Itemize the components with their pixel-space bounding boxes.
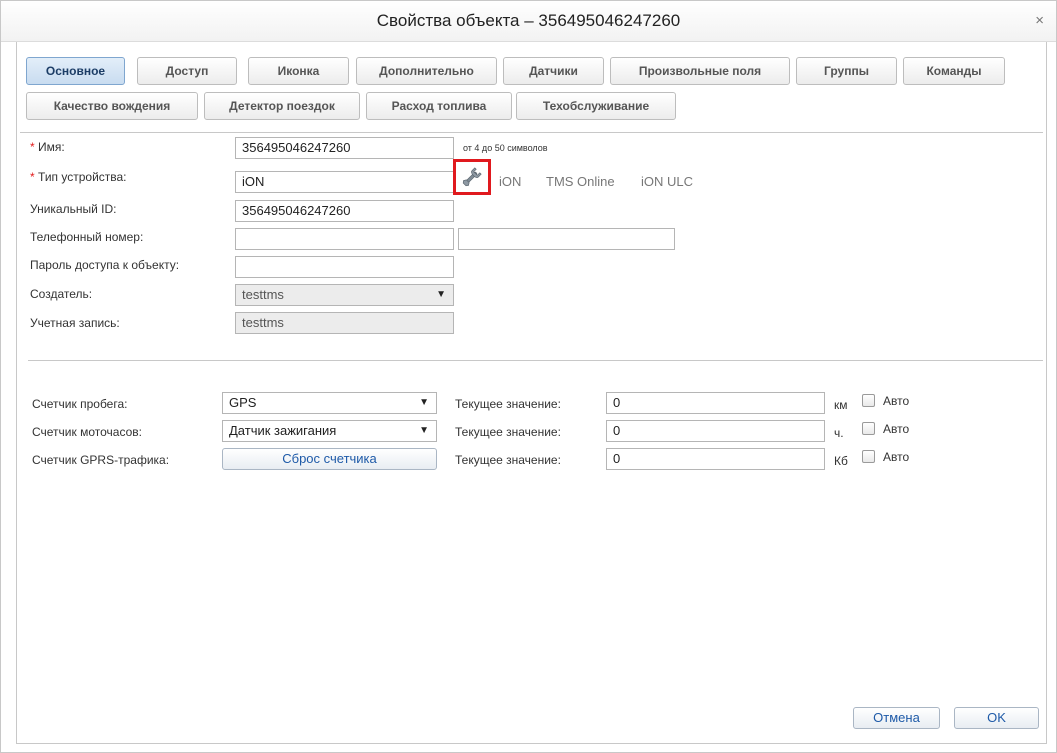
tab-access[interactable]: Доступ [137, 57, 237, 85]
device-type-label: * Тип устройства: [30, 170, 127, 184]
name-label: * Имя: [30, 140, 65, 154]
required-mark: * [30, 140, 35, 154]
motohours-unit: ч. [834, 426, 844, 440]
gprs-auto-checkbox[interactable] [862, 450, 875, 463]
device-settings-button[interactable] [453, 159, 491, 195]
tab-trip-detector[interactable]: Детектор поездок [204, 92, 360, 120]
device-type-label-text: Тип устройства: [38, 170, 127, 184]
dropdown-arrow-icon: ▼ [419, 397, 429, 408]
gprs-unit: Кб [834, 454, 848, 468]
tab-advanced[interactable]: Дополнительно [356, 57, 497, 85]
cancel-button[interactable]: Отмена [853, 707, 940, 729]
tab-general[interactable]: Основное [26, 57, 125, 85]
tab-maintenance[interactable]: Техобслуживание [516, 92, 676, 120]
wrench-icon [462, 167, 482, 187]
tab-custom-fields[interactable]: Произвольные поля [610, 57, 790, 85]
tab-groups[interactable]: Группы [796, 57, 897, 85]
motohours-value-input[interactable]: 0 [606, 420, 825, 442]
gprs-auto-label: Авто [883, 450, 910, 464]
mileage-auto-checkbox[interactable] [862, 394, 875, 407]
mileage-value-input[interactable]: 0 [606, 392, 825, 414]
close-icon[interactable]: × [1035, 13, 1044, 28]
name-label-text: Имя: [38, 140, 65, 154]
device-type-input[interactable]: iON [235, 171, 454, 193]
motohours-counter-label: Счетчик моточасов: [32, 425, 142, 439]
tab-sensors[interactable]: Датчики [503, 57, 604, 85]
mileage-current-value-label: Текущее значение: [455, 397, 561, 411]
tab-commands[interactable]: Команды [903, 57, 1005, 85]
dropdown-arrow-icon: ▼ [436, 289, 446, 300]
tab-driving-quality[interactable]: Качество вождения [26, 92, 198, 120]
motohours-auto-label: Авто [883, 422, 910, 436]
name-input[interactable]: 356495046247260 [235, 137, 454, 159]
mileage-source-select[interactable]: GPS ▼ [222, 392, 437, 414]
creator-select[interactable]: testtms ▼ [235, 284, 454, 306]
gprs-value-input[interactable]: 0 [606, 448, 825, 470]
required-mark: * [30, 170, 35, 184]
creator-value: testtms [242, 287, 284, 302]
password-label: Пароль доступа к объекту: [30, 258, 180, 272]
dialog-title: Свойства объекта – 356495046247260 [376, 11, 681, 30]
dialog-content: Основное Доступ Иконка Дополнительно Дат… [16, 42, 1047, 744]
gprs-current-value-label: Текущее значение: [455, 453, 561, 467]
dialog-titlebar: Свойства объекта – 356495046247260 × [1, 1, 1056, 42]
unique-id-label: Уникальный ID: [30, 202, 117, 216]
dropdown-arrow-icon: ▼ [419, 425, 429, 436]
tab-fuel-consumption[interactable]: Расход топлива [366, 92, 512, 120]
object-properties-dialog: Свойства объекта – 356495046247260 × Осн… [0, 0, 1057, 753]
password-input[interactable] [235, 256, 454, 278]
motohours-source-value: Датчик зажигания [229, 423, 337, 438]
mileage-auto-label: Авто [883, 394, 910, 408]
phone-input-2[interactable] [458, 228, 675, 250]
name-hint: от 4 до 50 символов [463, 143, 548, 153]
account-label: Учетная запись: [30, 316, 120, 330]
mileage-unit: км [834, 398, 848, 412]
device-type-option-tms-online[interactable]: TMS Online [546, 174, 615, 189]
creator-label: Создатель: [30, 287, 93, 301]
phone-input[interactable] [235, 228, 454, 250]
device-type-option-ion-ulc[interactable]: iON ULC [641, 174, 693, 189]
account-field: testtms [235, 312, 454, 334]
mileage-counter-label: Счетчик пробега: [32, 397, 128, 411]
gprs-counter-label: Счетчик GPRS-трафика: [32, 453, 170, 467]
motohours-auto-checkbox[interactable] [862, 422, 875, 435]
device-type-option-ion[interactable]: iON [499, 174, 521, 189]
motohours-source-select[interactable]: Датчик зажигания ▼ [222, 420, 437, 442]
tabs-divider [20, 132, 1043, 133]
motohours-current-value-label: Текущее значение: [455, 425, 561, 439]
mileage-source-value: GPS [229, 395, 257, 410]
ok-button[interactable]: OK [954, 707, 1039, 729]
unique-id-input[interactable]: 356495046247260 [235, 200, 454, 222]
tab-icon[interactable]: Иконка [248, 57, 349, 85]
phone-label: Телефонный номер: [30, 230, 144, 244]
reset-counter-button[interactable]: Сброс счетчика [222, 448, 437, 470]
section-divider [28, 360, 1043, 361]
